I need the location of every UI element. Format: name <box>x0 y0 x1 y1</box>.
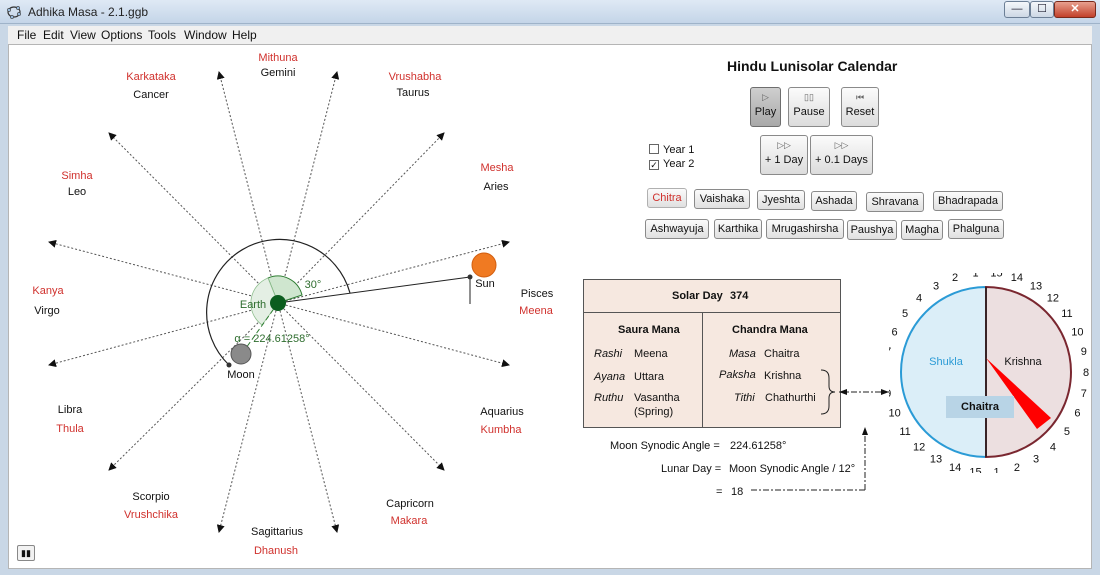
close-button[interactable]: ✕ <box>1054 1 1096 18</box>
krishna-tithi-number: 10 <box>1071 326 1083 338</box>
menu-bar: File Edit View Options Tools Window Help <box>8 26 1092 44</box>
moon-angle-label: Moon Synodic Angle = <box>610 440 720 452</box>
shukla-tithi-number: 7 <box>889 346 891 358</box>
lunar-day-result: 18 <box>731 486 744 498</box>
shukla-tithi-number: 13 <box>930 454 942 466</box>
krishna-tithi-number: 4 <box>1050 441 1056 453</box>
geogebra-icon <box>7 6 21 19</box>
menu-help[interactable]: Help <box>232 28 257 42</box>
shukla-tithi-number: 4 <box>916 293 922 305</box>
graphics-view[interactable]: Mithuna Gemini Karkataka Cancer Vrushabh… <box>8 44 1092 569</box>
krishna-tithi-number: 2 <box>1014 462 1020 473</box>
shukla-tithi-number: 14 <box>949 462 961 473</box>
krishna-tithi-number: 1 <box>993 467 999 474</box>
krishna-tithi-number: 12 <box>1047 293 1059 305</box>
shukla-tithi-number: 10 <box>889 408 901 420</box>
shukla-tithi-number: 9 <box>889 388 891 400</box>
krishna-tithi-number: 8 <box>1083 367 1089 379</box>
menu-view[interactable]: View <box>70 28 96 42</box>
krishna-tithi-number: 13 <box>1030 280 1042 292</box>
krishna-label: Krishna <box>1004 356 1042 368</box>
krishna-tithi-number: 15 <box>990 273 1002 280</box>
moon-angle-value: 224.61258° <box>730 440 787 452</box>
maximize-button[interactable]: ☐ <box>1030 1 1054 18</box>
window-title: Adhika Masa - 2.1.ggb <box>28 5 149 19</box>
shukla-half <box>900 285 987 459</box>
shukla-label: Shukla <box>929 356 963 368</box>
shukla-tithi-number: 11 <box>899 426 910 438</box>
shukla-tithi-number: 6 <box>892 326 898 338</box>
shukla-tithi-number: 2 <box>952 273 958 284</box>
menu-tools[interactable]: Tools <box>148 28 176 42</box>
shukla-tithi-number: 3 <box>933 280 939 292</box>
krishna-tithi-number: 7 <box>1081 388 1087 400</box>
menu-file[interactable]: File <box>17 28 36 42</box>
result-prefix: = <box>716 486 723 498</box>
krishna-tithi-number: 11 <box>1061 308 1072 320</box>
tithi-dial: 1234567891011121314151514131211109876543… <box>889 273 1089 473</box>
krishna-tithi-number: 3 <box>1033 454 1039 466</box>
krishna-tithi-number: 14 <box>1011 273 1023 284</box>
menu-options[interactable]: Options <box>101 28 142 42</box>
lunar-day-label: Lunar Day = <box>661 463 722 475</box>
shukla-tithi-number: 15 <box>969 467 981 474</box>
krishna-tithi-number: 6 <box>1074 408 1080 420</box>
shukla-tithi-number: 1 <box>972 273 978 280</box>
krishna-tithi-number: 5 <box>1064 426 1070 438</box>
minimize-button[interactable]: — <box>1004 1 1030 18</box>
animation-pause-button[interactable]: ▮▮ <box>17 545 35 561</box>
menu-edit[interactable]: Edit <box>43 28 64 42</box>
menu-window[interactable]: Window <box>184 28 227 42</box>
shukla-tithi-number: 12 <box>913 441 925 453</box>
title-bar: Adhika Masa - 2.1.ggb — ☐ ✕ <box>0 0 1100 24</box>
lunar-day-formula: Moon Synodic Angle / 12° <box>729 463 856 475</box>
shukla-tithi-number: 5 <box>902 308 908 320</box>
krishna-tithi-number: 9 <box>1081 346 1087 358</box>
current-month-badge: Chaitra <box>946 396 1014 418</box>
